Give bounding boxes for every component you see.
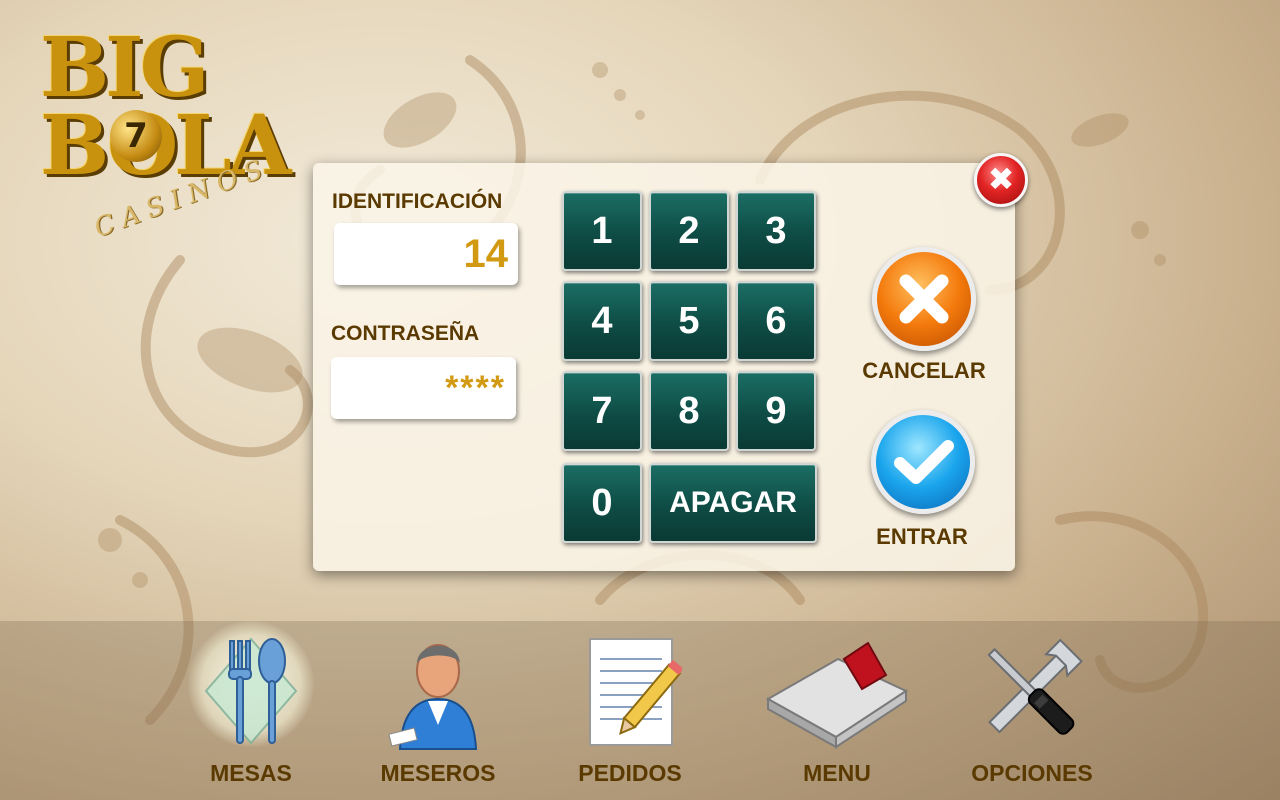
close-icon[interactable]: ✖: [974, 153, 1028, 207]
id-field[interactable]: 14: [334, 223, 518, 285]
keypad-key-1[interactable]: 1: [562, 191, 642, 271]
keypad-key-4[interactable]: 4: [562, 281, 642, 361]
id-label: IDENTIFICACIÓN: [332, 190, 503, 213]
keypad-key-6[interactable]: 6: [736, 281, 816, 361]
cancel-label: CANCELAR: [862, 358, 986, 383]
cutlery-icon: [204, 637, 298, 745]
tools-icon: [987, 638, 1083, 735]
keypad-key-7[interactable]: 7: [562, 371, 642, 451]
password-field[interactable]: ****: [331, 357, 516, 419]
nav-meseros-label: MESEROS: [380, 760, 496, 786]
apagar-button[interactable]: APAGAR: [649, 463, 817, 543]
nav-pedidos-label: PEDIDOS: [578, 760, 682, 786]
menu-book-icon: [765, 641, 909, 749]
keypad-key-2[interactable]: 2: [649, 191, 729, 271]
logo-wordmark: BIG BOLA: [40, 20, 292, 194]
enter-label: ENTRAR: [876, 524, 968, 549]
nav-mesas-label: MESAS: [210, 760, 292, 786]
enter-button[interactable]: [871, 410, 975, 514]
keypad-key-5[interactable]: 5: [649, 281, 729, 361]
order-pad-icon: [589, 638, 682, 746]
logo-ball-icon: 7: [110, 110, 162, 162]
checkmark-icon: [894, 440, 954, 484]
nav-mesas[interactable]: MESAS: [188, 621, 314, 800]
keypad-key-3[interactable]: 3: [736, 191, 816, 271]
nav-pedidos[interactable]: PEDIDOS: [569, 621, 691, 800]
nav-opciones-label: OPCIONES: [971, 760, 1093, 786]
x-icon: [899, 274, 949, 324]
nav-opciones[interactable]: OPCIONES: [962, 621, 1102, 800]
brand-logo: BIG BOLA 7 CASINOS: [10, 15, 292, 245]
nav-menu-label: MENU: [803, 760, 871, 786]
keypad-key-8[interactable]: 8: [649, 371, 729, 451]
keypad-key-0[interactable]: 0: [562, 463, 642, 543]
nav-meseros[interactable]: MESEROS: [377, 621, 499, 800]
password-label: CONTRASEÑA: [331, 322, 480, 345]
cancel-button[interactable]: [872, 247, 976, 351]
keypad-key-9[interactable]: 9: [736, 371, 816, 451]
nav-menu[interactable]: MENU: [765, 621, 909, 800]
waiter-icon: [388, 644, 478, 750]
